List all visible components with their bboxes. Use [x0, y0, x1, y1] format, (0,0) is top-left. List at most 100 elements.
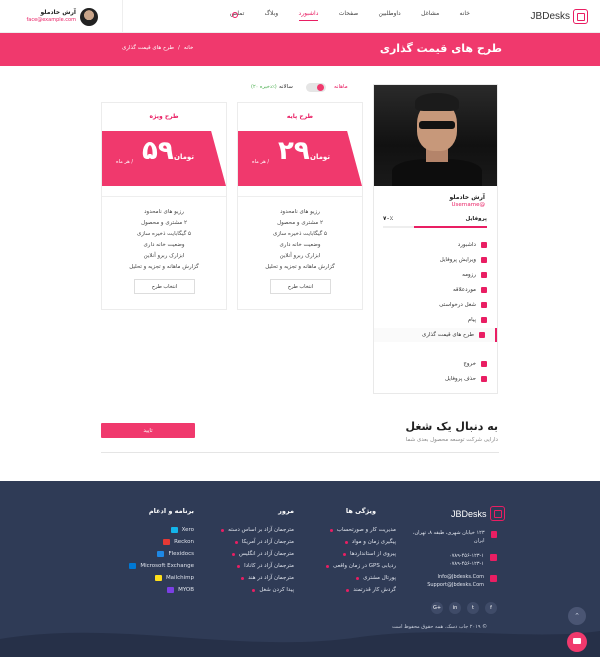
plan-feature: ۲ مشتری و محصول — [277, 220, 323, 226]
select-plan-button[interactable]: انتخاب طرح — [270, 279, 331, 294]
sidebar-item-label: رزومه — [462, 272, 476, 278]
header-user-name[interactable]: آرش خادملو — [14, 9, 76, 16]
address-text: ۱۲۳ خیابان شهری، طبقه ۸، تهران، ایران — [412, 530, 485, 544]
footer-emails: Info@Jbdesks.Com Support@Jbdesks.Com — [407, 574, 497, 589]
footer-app-link[interactable]: Flexidocs — [157, 551, 194, 557]
footer-logo-text: JBDesks — [451, 508, 487, 519]
plan-feature: ۵ گیگابایت ذخیره سازی — [136, 231, 191, 237]
heart-icon — [481, 287, 487, 293]
main-nav: خانه مشاغل داوطلبین صفحات داشبورد وبلاگ … — [230, 10, 470, 21]
sidebar-item-label: ویرایش پروفایل — [439, 257, 476, 263]
linkedin-icon[interactable]: in — [449, 602, 461, 614]
footer-link[interactable]: پیدا کردن شغل — [252, 587, 294, 593]
footer-link[interactable]: گردش کار قدرتمند — [346, 587, 396, 593]
footer-link[interactable]: مدیریت کار و صورتحساب — [329, 527, 396, 533]
footer-link[interactable]: مترجمان آزاد بر اساس دسته — [221, 527, 294, 533]
nav-blog[interactable]: وبلاگ — [265, 10, 279, 21]
plan-card-basic: طرح پایه ۲۹ تومان / هر ماه رزیو های نامح… — [237, 102, 363, 310]
plan-feature: وضعیت خانه داری — [143, 242, 185, 248]
email-link[interactable]: Support@Jbdesks.Com — [427, 582, 484, 588]
sidebar-item-edit-profile[interactable]: ویرایش پروفایل — [374, 253, 497, 267]
nav-candidates[interactable]: داوطلبین — [379, 10, 401, 21]
profile-sidebar: آرش خادملو Username@ پروفایل ۷۰٪ داشبورد… — [373, 84, 498, 394]
phone-number[interactable]: ۰۷۸۹-۴۵۶-۱۲۳-۱ — [449, 553, 484, 559]
xero-icon — [170, 527, 178, 533]
footer-app-link[interactable]: Mailchimp — [154, 575, 194, 581]
copyright: © ۲۰۱۹ جاب دسک. همه حقوق محفوظ است — [392, 624, 488, 630]
footer-browse-title: مرور — [278, 507, 294, 515]
plan-feature: رزیو های نامحدود — [144, 209, 184, 215]
plan-feature: ۵ گیگابایت ذخیره سازی — [272, 231, 327, 237]
header-divider — [122, 0, 123, 33]
footer-app-link[interactable]: Xero — [170, 527, 194, 533]
yearly-label[interactable]: سالانه — [279, 84, 293, 90]
footer-link[interactable]: مترجمان آزاد در کانادا — [237, 563, 294, 569]
footer-link[interactable]: مترجمان آزاد در هند — [241, 575, 294, 581]
logo[interactable]: JBDesks — [531, 8, 588, 24]
logo-icon — [489, 506, 505, 521]
breadcrumb-home[interactable]: خانه — [184, 45, 194, 51]
confirm-button[interactable]: تایید — [101, 423, 195, 438]
search-icon[interactable] — [232, 12, 238, 18]
chat-button[interactable] — [567, 632, 587, 652]
phone-icon — [490, 554, 497, 561]
sidebar-item-pricing[interactable]: طرح های قیمت گذاری — [374, 328, 497, 342]
plan-feature: رزیو های نامحدود — [280, 209, 320, 215]
plan-feature: ۲ مشتری و محصول — [141, 220, 187, 226]
plan-feature: گزارش ماهانه و تجزیه و تحلیل — [129, 264, 199, 270]
discount-label: (ذخیره ۲۰٪) — [251, 84, 277, 90]
trash-icon — [481, 376, 487, 382]
select-plan-button[interactable]: انتخاب طرح — [134, 279, 195, 294]
sidebar-item-applied-jobs[interactable]: شغل درخواستی — [374, 298, 497, 312]
plan-currency: تومان — [174, 153, 194, 161]
plan-feature: ابزارک ربرو آنلاین — [143, 253, 185, 259]
nav-pages[interactable]: صفحات — [339, 10, 358, 21]
footer-apps-title: برنامه و ادغام — [148, 507, 194, 515]
power-icon — [481, 361, 487, 367]
nav-jobs[interactable]: مشاغل — [421, 10, 439, 21]
footer-link[interactable]: ردیابی GPS در زمان واقعی — [326, 563, 396, 569]
scroll-top-button[interactable]: ⌃ — [568, 607, 586, 625]
footer-app-link[interactable]: MYOB — [167, 587, 194, 593]
message-icon — [481, 317, 487, 323]
footer-app-link[interactable]: Reckon — [163, 539, 194, 545]
page-banner: طرح های قیمت گذاری خانه / طرح های قیمت گ… — [0, 33, 600, 66]
plan-card-premium: طرح ویژه ۵۹ تومان / هر ماه رزیو های نامح… — [101, 102, 227, 310]
avatar[interactable] — [80, 8, 98, 26]
billing-toggle[interactable] — [306, 83, 326, 92]
sidebar-item-dashboard[interactable]: داشبورد — [374, 238, 497, 252]
page-title: طرح های قیمت گذاری — [379, 42, 502, 55]
divider — [101, 452, 499, 453]
photo-glasses — [419, 121, 455, 129]
profile-completion-percent: ۷۰٪ — [383, 216, 394, 222]
plan-price: ۵۹ — [142, 136, 174, 166]
footer-app-link[interactable]: Microsoft Exchange — [129, 563, 194, 569]
googleplus-icon[interactable]: G+ — [431, 602, 443, 614]
sidebar-item-favorites[interactable]: موردعلاقه — [374, 283, 497, 297]
facebook-icon[interactable]: f — [485, 602, 497, 614]
document-icon — [481, 272, 487, 278]
email-link[interactable]: Info@Jbdesks.Com — [438, 574, 484, 580]
profile-progress-bar — [383, 226, 487, 228]
toggle-knob — [317, 84, 324, 91]
twitter-icon[interactable]: t — [467, 602, 479, 614]
sidebar-item-messages[interactable]: پیام — [374, 313, 497, 327]
phone-number[interactable]: ۰۷۸۹-۴۵۶-۱۲۳-۱ — [449, 561, 484, 567]
footer-logo[interactable]: JBDesks — [451, 506, 505, 521]
footer-link[interactable]: مترجمان آزاد در انگلیس — [231, 551, 294, 557]
monthly-label[interactable]: ماهانه — [334, 84, 348, 90]
nav-dashboard[interactable]: داشبورد — [298, 10, 319, 21]
logo-text: JBDesks — [530, 10, 570, 22]
cta-title: به دنبال یک شغل — [405, 420, 498, 433]
breadcrumb-separator: / — [177, 45, 180, 51]
footer-link[interactable]: پیگیری زمان و مواد — [344, 539, 396, 545]
sidebar-item-resume[interactable]: رزومه — [374, 268, 497, 282]
nav-home[interactable]: خانه — [460, 10, 470, 21]
sidebar-item-logout[interactable]: خروج — [374, 357, 497, 371]
footer-link[interactable]: پیروی از استانداردها — [343, 551, 396, 557]
flexidocs-icon — [157, 551, 165, 557]
exchange-icon — [129, 563, 137, 569]
footer-link[interactable]: پورتال مشتری — [356, 575, 396, 581]
sidebar-item-delete-profile[interactable]: حذف پروفایل — [374, 372, 497, 386]
footer-link[interactable]: مترجمان آزاد در آمریکا — [234, 539, 294, 545]
